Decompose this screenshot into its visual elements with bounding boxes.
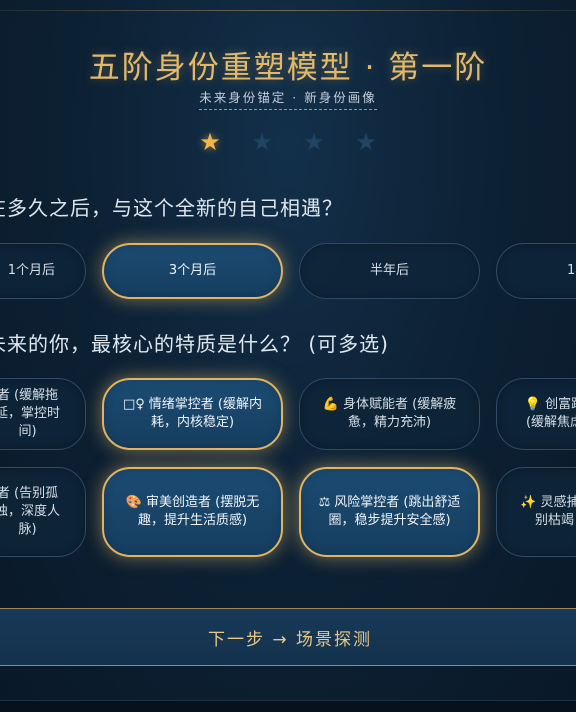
option-label: 半年后 bbox=[369, 263, 409, 278]
option-label: 者 (告别孤独，深度人脉) bbox=[0, 486, 60, 537]
star-icon: ★ bbox=[251, 128, 273, 156]
option-text: 🎨 审美创造者 (摆脱无趣，提升生活质感) bbox=[118, 494, 267, 530]
trait-option-aesthetic-creator[interactable]: 🎨 审美创造者 (摆脱无趣，提升生活质感) bbox=[102, 467, 283, 557]
progress-stars: ★ ★ ★ ★ bbox=[0, 128, 576, 156]
bottom-bar bbox=[0, 700, 576, 712]
muscle-icon: 💪 bbox=[322, 397, 339, 412]
option-label: 3个月后 bbox=[168, 263, 217, 278]
identity-model-page: 五阶身份重塑模型 · 第一阶 未来身份锚定 · 新身份画像 ★ ★ ★ ★ 在多… bbox=[0, 0, 576, 712]
duration-option-half-year[interactable]: 半年后 bbox=[299, 243, 480, 299]
page-title: 五阶身份重塑模型 · 第一阶 bbox=[88, 50, 488, 86]
option-label: 审美创造者 (摆脱无趣，提升生活质感) bbox=[137, 495, 260, 528]
option-text: ✨灵感捕手 (告别枯竭，想 bbox=[519, 494, 576, 530]
trait-option-social[interactable]: 者 (告别孤独，深度人脉) bbox=[0, 467, 86, 557]
star-icon: ★ bbox=[199, 128, 221, 156]
trait-option-time-master[interactable]: 者 (缓解拖延，掌控时间) bbox=[0, 378, 86, 450]
star-icon: ★ bbox=[303, 128, 325, 156]
option-text: □♀ 情绪掌控者 (缓解内耗，内核稳定) bbox=[118, 396, 267, 432]
next-step-label: 下一步 → 场景探测 bbox=[207, 629, 373, 650]
scale-icon: ⚖ bbox=[318, 495, 331, 510]
next-step-button[interactable]: 下一步 → 场景探测 bbox=[0, 608, 576, 666]
duration-question: 在多久之后，与这个全新的自己相遇？ bbox=[0, 196, 343, 220]
trait-option-risk-master[interactable]: ⚖ 风险掌控者 (跳出舒适圈，稳步提升安全感) bbox=[299, 467, 480, 557]
female-sign-icon: □♀ bbox=[122, 397, 145, 412]
page-subtitle: 未来身份锚定 · 新身份画像 bbox=[199, 87, 377, 110]
option-label: 风险掌控者 (跳出舒适圈，稳步提升安全感) bbox=[328, 495, 461, 528]
option-text: 💡创富践行者 (缓解焦虑，专 bbox=[519, 396, 576, 432]
option-label: 情绪掌控者 (缓解内耗，内核稳定) bbox=[148, 397, 263, 430]
palette-icon: 🎨 bbox=[125, 495, 142, 510]
sparkles-icon: ✨ bbox=[520, 495, 537, 510]
option-text: ⚖ 风险掌控者 (跳出舒适圈，稳步提升安全感) bbox=[315, 494, 464, 530]
trait-option-wealth-creator[interactable]: 💡创富践行者 (缓解焦虑，专 bbox=[496, 378, 576, 450]
option-label: 灵感捕手 (告别枯竭，想 bbox=[534, 495, 576, 528]
option-text: 💪 身体赋能者 (缓解疲惫，精力充沛) bbox=[314, 396, 465, 432]
lightbulb-icon: 💡 bbox=[524, 397, 542, 412]
option-label: 者 (缓解拖延，掌控时间) bbox=[0, 388, 60, 439]
duration-option-1-month[interactable]: 1个月后 bbox=[0, 243, 86, 299]
trait-option-body-empower[interactable]: 💪 身体赋能者 (缓解疲惫，精力充沛) bbox=[299, 378, 480, 450]
option-label: 1年后 bbox=[567, 263, 576, 278]
trait-option-emotion-master[interactable]: □♀ 情绪掌控者 (缓解内耗，内核稳定) bbox=[102, 378, 283, 450]
duration-option-1-year[interactable]: 1年后 bbox=[496, 243, 576, 299]
subtitle-wrap: 未来身份锚定 · 新身份画像 bbox=[0, 87, 576, 110]
option-label: 身体赋能者 (缓解疲惫，精力充沛) bbox=[342, 397, 457, 430]
option-label: 1个月后 bbox=[7, 263, 55, 278]
duration-option-3-months[interactable]: 3个月后 bbox=[102, 243, 283, 299]
trait-option-inspiration-catcher[interactable]: ✨灵感捕手 (告别枯竭，想 bbox=[496, 467, 576, 557]
star-icon: ★ bbox=[355, 128, 377, 156]
trait-question: 未来的你，最核心的特质是什么？ (可多选) bbox=[0, 332, 389, 356]
top-divider bbox=[0, 10, 576, 11]
